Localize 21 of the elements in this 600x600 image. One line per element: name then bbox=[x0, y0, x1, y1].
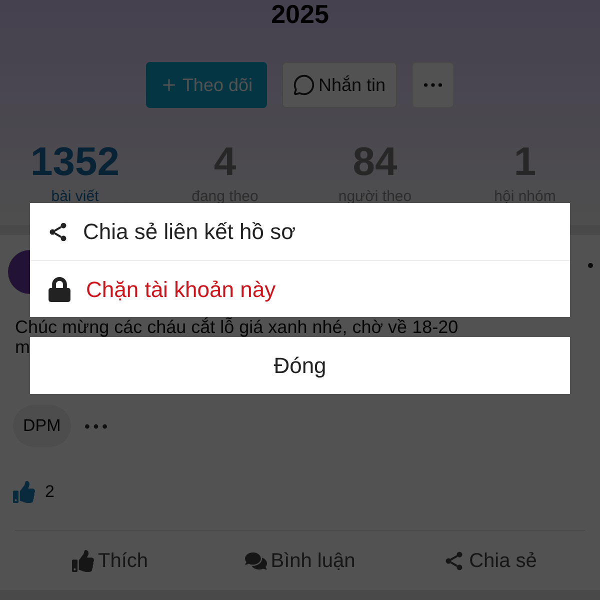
more-icon bbox=[424, 83, 442, 87]
more-button[interactable] bbox=[84, 424, 107, 428]
more-icon bbox=[84, 424, 107, 428]
message-button[interactable]: Nhắn tin bbox=[282, 62, 397, 108]
share-icon bbox=[47, 220, 69, 242]
comment-action-button[interactable]: Bình luận bbox=[205, 546, 395, 576]
lock-icon bbox=[47, 276, 72, 302]
thumbs-up-icon bbox=[13, 481, 35, 503]
share-action-button[interactable]: Chia sẻ bbox=[395, 546, 585, 576]
block-account-option[interactable]: Chặn tài khoản này bbox=[30, 260, 570, 317]
like-count: 2 bbox=[45, 481, 54, 504]
like-action-button[interactable]: Thích bbox=[15, 546, 205, 576]
comments-icon bbox=[244, 550, 267, 572]
profile-year: 2025 bbox=[271, 0, 329, 28]
stat-value: 1352 bbox=[30, 142, 120, 182]
more-icon bbox=[588, 263, 593, 268]
thumbs-up-icon bbox=[72, 550, 94, 572]
chat-bubble-icon bbox=[292, 74, 314, 96]
follow-button[interactable]: Theo dõi bbox=[146, 62, 266, 108]
post-tag[interactable]: DPM bbox=[13, 405, 71, 447]
close-button[interactable]: Đóng bbox=[30, 337, 570, 394]
